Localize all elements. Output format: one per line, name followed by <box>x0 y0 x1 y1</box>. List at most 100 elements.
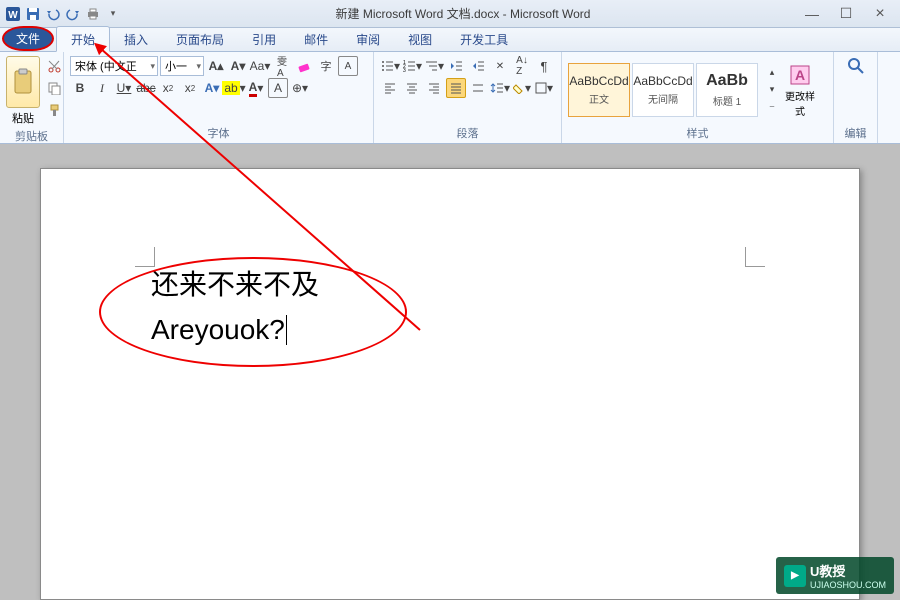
quick-access-toolbar: W ▾ <box>4 5 122 23</box>
tab-review[interactable]: 审阅 <box>342 27 394 51</box>
word-icon[interactable]: W <box>4 5 22 23</box>
font-color-button[interactable]: A▾ <box>246 78 266 98</box>
maximize-button[interactable]: ☐ <box>838 6 854 22</box>
group-editing: 编辑 <box>834 52 878 143</box>
minimize-button[interactable]: — <box>804 6 820 22</box>
underline-button[interactable]: U▾ <box>114 78 134 98</box>
align-right-button[interactable] <box>424 78 444 98</box>
style-preview: AaBbCcDd <box>569 74 628 88</box>
svg-text:W: W <box>8 10 18 21</box>
doc-line-1[interactable]: 还来不来不及 <box>151 263 749 308</box>
enclose-char-button[interactable]: 字 <box>316 56 336 76</box>
tab-home[interactable]: 开始 <box>56 26 110 52</box>
paste-label: 粘贴 <box>12 110 34 126</box>
style-heading1[interactable]: AaBb 标题 1 <box>696 63 758 117</box>
asian-layout-button[interactable]: ⊕▾ <box>290 78 310 98</box>
strike-button[interactable]: abc <box>136 78 156 98</box>
group-clipboard: 粘贴 剪贴板 <box>0 52 64 143</box>
align-left-button[interactable] <box>380 78 400 98</box>
format-painter-button[interactable] <box>44 100 64 120</box>
char-border-button[interactable]: A <box>338 56 358 76</box>
qat-dropdown-icon[interactable]: ▾ <box>104 5 122 23</box>
change-case-button[interactable]: Aa▾ <box>250 56 270 76</box>
style-name-heading1: 标题 1 <box>713 93 741 108</box>
multilevel-button[interactable]: ▾ <box>424 56 444 76</box>
multilevel-icon <box>424 59 438 73</box>
grow-font-button[interactable]: A▴ <box>206 56 226 76</box>
copy-button[interactable] <box>44 78 64 98</box>
shading-button[interactable]: ▾ <box>512 78 532 98</box>
ribbon-tabs: 文件 开始 插入 页面布局 引用 邮件 审阅 视图 开发工具 <box>0 28 900 52</box>
italic-button[interactable]: I <box>92 78 112 98</box>
line-spacing-button[interactable]: ▾ <box>490 78 510 98</box>
window-title: 新建 Microsoft Word 文档.docx - Microsoft Wo… <box>122 5 804 22</box>
char-shading-button[interactable]: A <box>268 78 288 98</box>
watermark-icon: ▶ <box>784 565 806 587</box>
brush-icon <box>47 103 61 117</box>
tab-layout[interactable]: 页面布局 <box>162 27 238 51</box>
clipboard-icon <box>12 68 34 96</box>
tab-references[interactable]: 引用 <box>238 27 290 51</box>
align-center-icon <box>405 81 419 95</box>
font-size-combo[interactable]: 小一 <box>160 56 204 76</box>
show-marks-button[interactable]: ¶ <box>534 56 554 76</box>
numbering-button[interactable]: 123▾ <box>402 56 422 76</box>
numbering-icon: 123 <box>402 59 416 73</box>
bullets-button[interactable]: ▾ <box>380 56 400 76</box>
align-justify-icon <box>449 81 463 95</box>
superscript-button[interactable]: x2 <box>180 78 200 98</box>
style-nospacing[interactable]: AaBbCcDd 无间隔 <box>632 63 694 117</box>
text-direction-button[interactable]: ✕ <box>490 56 510 76</box>
text-effects-button[interactable]: A▾ <box>202 78 222 98</box>
phonetic-guide-button[interactable]: 雯A <box>272 56 292 76</box>
subscript-button[interactable]: x2 <box>158 78 178 98</box>
linespacing-icon <box>490 81 504 95</box>
close-button[interactable]: × <box>872 6 888 22</box>
sort-button[interactable]: A↓Z <box>512 56 532 76</box>
watermark-name: U教授 <box>810 564 845 579</box>
undo-icon[interactable] <box>44 5 62 23</box>
cut-button[interactable] <box>44 56 64 76</box>
font-group-label: 字体 <box>70 123 367 141</box>
eraser-icon <box>297 59 311 73</box>
style-normal[interactable]: AaBbCcDd 正文 <box>568 63 630 117</box>
font-name-combo[interactable]: 宋体 (中文正 <box>70 56 158 76</box>
bold-button[interactable]: B <box>70 78 90 98</box>
align-center-button[interactable] <box>402 78 422 98</box>
window-controls: — ☐ × <box>804 6 896 22</box>
borders-button[interactable]: ▾ <box>534 78 554 98</box>
find-icon[interactable] <box>846 56 866 76</box>
align-justify-button[interactable] <box>446 78 466 98</box>
highlight-button[interactable]: ab▾ <box>224 78 244 98</box>
increase-indent-button[interactable] <box>468 56 488 76</box>
change-styles-button[interactable]: A 更改样式 <box>778 62 822 118</box>
save-icon[interactable] <box>24 5 42 23</box>
decrease-indent-button[interactable] <box>446 56 466 76</box>
ribbon: 粘贴 剪贴板 宋体 (中文正 小一 A▴ A▾ Aa▾ 雯A 字 A <box>0 52 900 144</box>
tab-insert[interactable]: 插入 <box>110 27 162 51</box>
print-icon[interactable] <box>84 5 102 23</box>
tab-mailings[interactable]: 邮件 <box>290 27 342 51</box>
distribute-button[interactable] <box>468 78 488 98</box>
tab-developer[interactable]: 开发工具 <box>446 27 522 51</box>
document-text[interactable]: 还来不来不及 Areyouok? <box>151 263 749 353</box>
redo-icon[interactable] <box>64 5 82 23</box>
style-preview: AaBbCcDd <box>633 74 692 88</box>
tab-view[interactable]: 视图 <box>394 27 446 51</box>
tab-file[interactable]: 文件 <box>2 26 54 51</box>
clear-format-button[interactable] <box>294 56 314 76</box>
styles-gallery[interactable]: AaBbCcDd 正文 AaBbCcDd 无间隔 AaBb 标题 1 <box>568 63 758 117</box>
watermark-url: UJIAOSHOU.COM <box>810 580 886 590</box>
bucket-icon <box>513 82 525 94</box>
text-cursor <box>286 315 287 345</box>
distribute-icon <box>471 81 485 95</box>
change-styles-label: 更改样式 <box>782 88 818 118</box>
bullets-icon <box>380 59 394 73</box>
shrink-font-button[interactable]: A▾ <box>228 56 248 76</box>
paste-button[interactable] <box>6 56 40 108</box>
document-page[interactable]: 还来不来不及 Areyouok? <box>40 168 860 600</box>
margin-marker-tr <box>745 247 765 267</box>
paragraph-group-label: 段落 <box>380 123 555 141</box>
doc-line-2[interactable]: Areyouok? <box>151 314 285 345</box>
change-styles-icon: A <box>787 62 813 88</box>
